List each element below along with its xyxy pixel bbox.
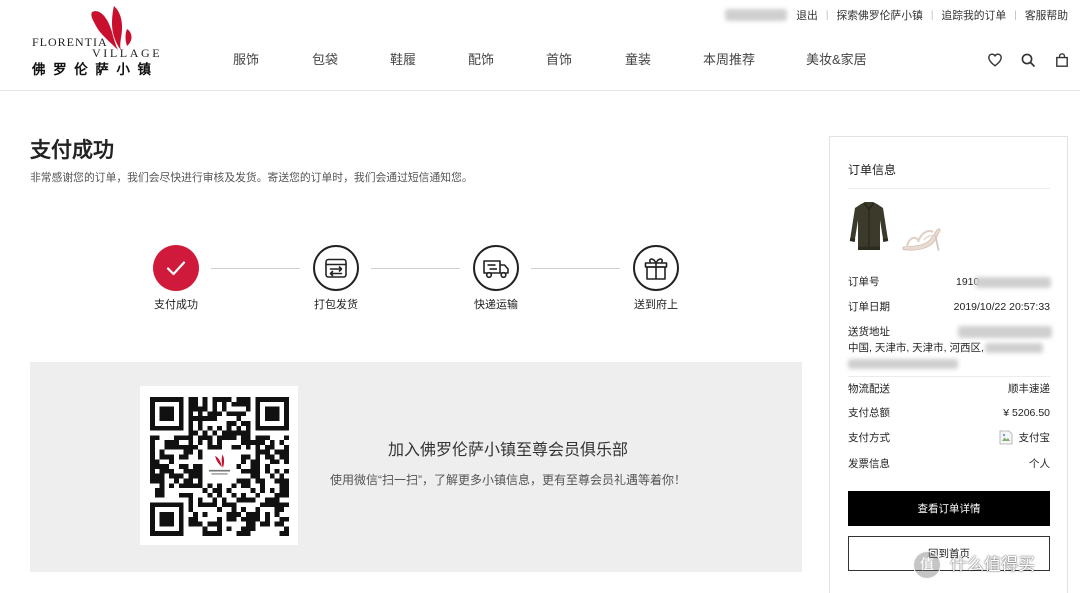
total-value: ¥ 5206.50 (1003, 407, 1050, 419)
watermark-badge: 值 (913, 551, 941, 579)
nav-item-jewelry[interactable]: 首饰 (546, 52, 572, 68)
payment-label: 支付方式 (848, 432, 890, 444)
logo-wordmark-line2: VILLAGE (92, 46, 163, 60)
page-title: 支付成功 (30, 139, 114, 162)
payment-value-group: 支付宝 (999, 430, 1051, 445)
divider (848, 188, 1050, 189)
separator: | (825, 10, 829, 21)
redacted-order-number (975, 277, 1051, 288)
address-label: 送货地址 (848, 326, 890, 338)
step-circle-packing (313, 245, 359, 291)
broken-image-icon (999, 430, 1012, 445)
explore-link[interactable]: 探索佛罗伦萨小镇 (836, 9, 922, 23)
order-number-label: 订单号 (848, 276, 880, 288)
nav-item-kids[interactable]: 童装 (625, 52, 651, 68)
watermark-text: 什么值得买 (950, 555, 1035, 574)
qr-code-image (150, 397, 289, 536)
redacted-username (725, 9, 787, 21)
redacted-address-name (958, 326, 1052, 338)
view-order-details-button[interactable]: 查看订单详情 (848, 491, 1050, 526)
sandal-image (902, 228, 941, 251)
nav-item-weekly-picks[interactable]: 本周推荐 (703, 52, 755, 68)
step-circle-shipping (473, 245, 519, 291)
logout-link[interactable]: 退出 (796, 9, 818, 23)
order-info-panel: 订单信息 订单号 1910 订单日期 2019/10/22 20:57:33 送… (829, 136, 1068, 593)
divider (848, 376, 1050, 377)
panel-title: 订单信息 (848, 163, 897, 177)
top-links: 退出 | 探索佛罗伦萨小镇 | 追踪我的订单 | 客服帮助 (796, 9, 1068, 23)
step-label-shipping: 快递运输 (474, 299, 518, 311)
promo-title: 加入佛罗伦萨小镇至尊会员俱乐部 (387, 442, 628, 459)
order-date-label: 订单日期 (848, 301, 890, 313)
search-icon[interactable] (1021, 53, 1035, 67)
separator: | (1014, 10, 1017, 21)
nav-item-shoes[interactable]: 鞋履 (390, 52, 416, 68)
nav-item-beauty-home[interactable]: 美妆&家居 (806, 52, 867, 68)
step-label-packing: 打包发货 (314, 299, 358, 311)
nav-item-clothing[interactable]: 服饰 (233, 52, 259, 68)
shipping-label: 物流配送 (848, 383, 890, 395)
total-label: 支付总额 (848, 407, 890, 419)
logo[interactable]: FLORENTIA VILLAGE 佛罗伦萨小镇 (28, 2, 164, 82)
bag-icon[interactable] (1055, 53, 1069, 67)
logo-wordmark-cn: 佛罗伦萨小镇 (32, 62, 159, 77)
step-connector (531, 268, 620, 269)
heart-icon[interactable] (988, 53, 1002, 67)
page-subtitle: 非常感谢您的订单，我们会尽快进行审核及发货。寄送您的订单时，我们会通过短信通知您… (30, 172, 473, 184)
step-label-delivered: 送到府上 (634, 299, 678, 311)
nav-item-accessories[interactable]: 配饰 (468, 52, 494, 68)
redacted-address-line2 (848, 359, 958, 369)
promo-text: 使用微信“扫一扫”，了解更多小镇信息，更有至尊会员礼遇等着你！ (330, 473, 686, 487)
help-link[interactable]: 客服帮助 (1025, 9, 1068, 23)
step-label-paid: 支付成功 (154, 299, 198, 311)
invoice-value: 个人 (1029, 458, 1050, 470)
order-date-value: 2019/10/22 20:57:33 (953, 301, 1050, 313)
nav-item-bags[interactable]: 包袋 (312, 52, 338, 68)
track-order-link[interactable]: 追踪我的订单 (941, 9, 1006, 23)
step-circle-paid (153, 245, 199, 291)
step-connector (211, 268, 300, 269)
redacted-address-detail (985, 343, 1043, 353)
address-line: 中国, 天津市, 天津市, 河西区, (848, 342, 984, 354)
jacket-image (849, 202, 889, 250)
site-header: FLORENTIA VILLAGE 佛罗伦萨小镇 退出 | 探索佛罗伦萨小镇 |… (0, 0, 1080, 91)
invoice-label: 发票信息 (848, 458, 890, 470)
payment-value: 支付宝 (1018, 431, 1051, 444)
separator: | (930, 10, 934, 21)
step-circle-delivered (633, 245, 679, 291)
shipping-value: 顺丰速递 (1008, 383, 1050, 395)
step-connector (371, 268, 460, 269)
